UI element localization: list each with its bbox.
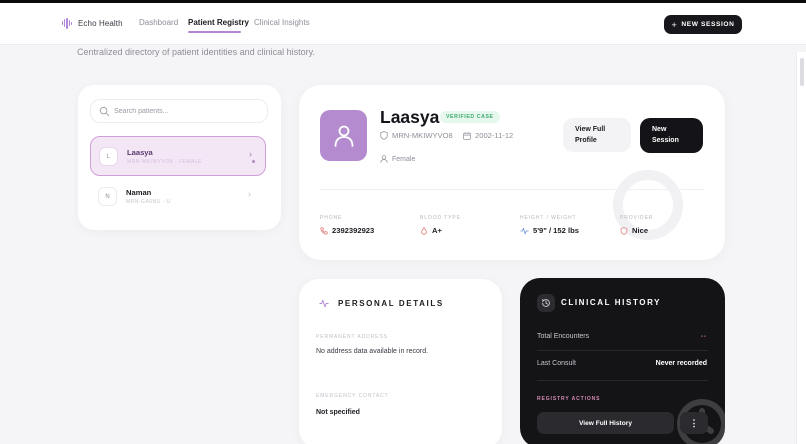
permanent-address-value: No address data available in record. [316,348,429,355]
verified-badge: VERIFIED CASE [440,111,500,123]
waveform-logo-icon [62,17,73,29]
activity-icon [520,227,529,234]
user-icon [334,125,353,147]
stat-label: PROVIDER [620,215,654,221]
patient-list-item-naman[interactable]: N Naman MRN-GA6NS · U › [90,177,266,217]
new-session-button[interactable]: + NEW SESSION [664,15,742,34]
blood-type-value: A+ [432,226,442,235]
registry-actions-label: REGISTRY ACTIONS [537,396,601,402]
provider-value: Nice [632,226,649,235]
patient-meta: MRN-MKIWYVO8 · FEMALE [127,159,202,165]
patient-avatar: L [99,147,118,166]
stat-value: 5'9" / 152 lbs [520,226,579,235]
view-full-profile-button[interactable]: View Full Profile [563,118,631,152]
history-icon [541,299,550,307]
patient-avatar: N [98,187,117,206]
nav-link-dashboard[interactable]: Dashboard [139,18,178,27]
stat-blood-type: BLOOD TYPE A+ [420,215,461,235]
clinical-history-card: CLINICAL HISTORY Total Encounters -- Las… [520,278,725,444]
profile-gender: Female [380,155,415,163]
personal-details-card: PERSONAL DETAILS PERMANENT ADDRESS No ad… [299,279,502,444]
blood-drop-icon [421,226,427,235]
personal-details-title: PERSONAL DETAILS [338,299,444,308]
search-input[interactable] [114,101,264,121]
emergency-contact-label: EMERGENCY CONTACT [316,393,389,399]
dob-value: 2002-11-12 [475,131,514,140]
stat-height-weight: HEIGHT / WEIGHT 5'9" / 152 lbs [520,215,579,235]
new-session-label: NEW SESSION [681,21,735,28]
height-weight-value: 5'9" / 152 lbs [533,226,579,235]
stat-label: PHONE [320,215,343,221]
phone-value: 2392392923 [332,226,375,235]
patient-name: Laasya [127,148,153,157]
profile-mrn: MRN-MKIWYVO8 [380,131,453,140]
profile-name: Laasya [380,107,440,127]
selected-dot-icon [252,160,255,163]
activity-icon [319,299,329,308]
shield-icon [620,226,628,235]
shield-icon [380,131,388,140]
total-encounters-value: -- [701,334,707,340]
history-icon-box [537,294,555,312]
stat-value: A+ [420,226,461,235]
plus-icon: + [671,19,678,30]
profile-new-session-button[interactable]: New Session [640,118,703,153]
profile-avatar [320,110,367,161]
patient-meta: MRN-GA6NS · U [126,199,171,205]
chevron-right-icon: › [248,189,251,199]
divider [537,350,708,351]
search-box [90,99,268,123]
gender-value: Female [392,155,416,163]
total-encounters-label: Total Encounters [537,333,590,340]
emergency-contact-value: Not specified [316,409,360,416]
divider [537,380,708,381]
stat-label: HEIGHT / WEIGHT [520,215,577,221]
patient-list-panel: L Laasya MRN-MKIWYVO8 · FEMALE › N Naman… [78,85,281,230]
more-options-icon[interactable]: ⋮ [680,412,708,434]
profile-dob: 2002-11-12 [463,131,513,140]
brand-name: Echo Health [78,18,123,28]
stat-phone: PHONE 2392392923 [320,215,374,235]
brand[interactable]: Echo Health [62,17,123,29]
stat-value: Nice [620,226,653,235]
top-navigation: Echo Health Dashboard Patient Registry C… [0,3,806,45]
personal-details-header: PERSONAL DETAILS [319,299,444,308]
page-subtitle: Centralized directory of patient identit… [77,47,315,57]
divider [320,189,704,190]
patient-name: Naman [126,188,152,197]
patient-list-item-laasya[interactable]: L Laasya MRN-MKIWYVO8 · FEMALE › [90,136,266,176]
last-consult-value: Never recorded [655,360,707,367]
scrollbar-thumb[interactable] [800,58,804,86]
person-icon [380,155,388,163]
clinical-history-title: CLINICAL HISTORY [561,298,662,307]
chevron-right-icon: › [249,149,252,159]
scrollbar[interactable] [796,52,806,444]
permanent-address-label: PERMANENT ADDRESS [316,334,388,340]
stat-label: BLOOD TYPE [420,215,461,221]
calendar-icon [463,131,471,140]
stat-value: 2392392923 [320,226,374,235]
nav-link-patient-registry[interactable]: Patient Registry [188,18,249,27]
search-icon [99,106,110,117]
patient-profile-card: Laasya VERIFIED CASE MRN-MKIWYVO8 2002-1… [299,85,725,260]
active-nav-indicator [188,31,241,33]
nav-link-clinical-insights[interactable]: Clinical Insights [254,18,310,27]
stat-provider: PROVIDER Nice [620,215,653,235]
view-full-history-button[interactable]: View Full History [537,412,674,434]
mrn-value: MRN-MKIWYVO8 [392,131,453,140]
last-consult-label: Last Consult [537,360,576,367]
phone-icon [320,226,328,235]
